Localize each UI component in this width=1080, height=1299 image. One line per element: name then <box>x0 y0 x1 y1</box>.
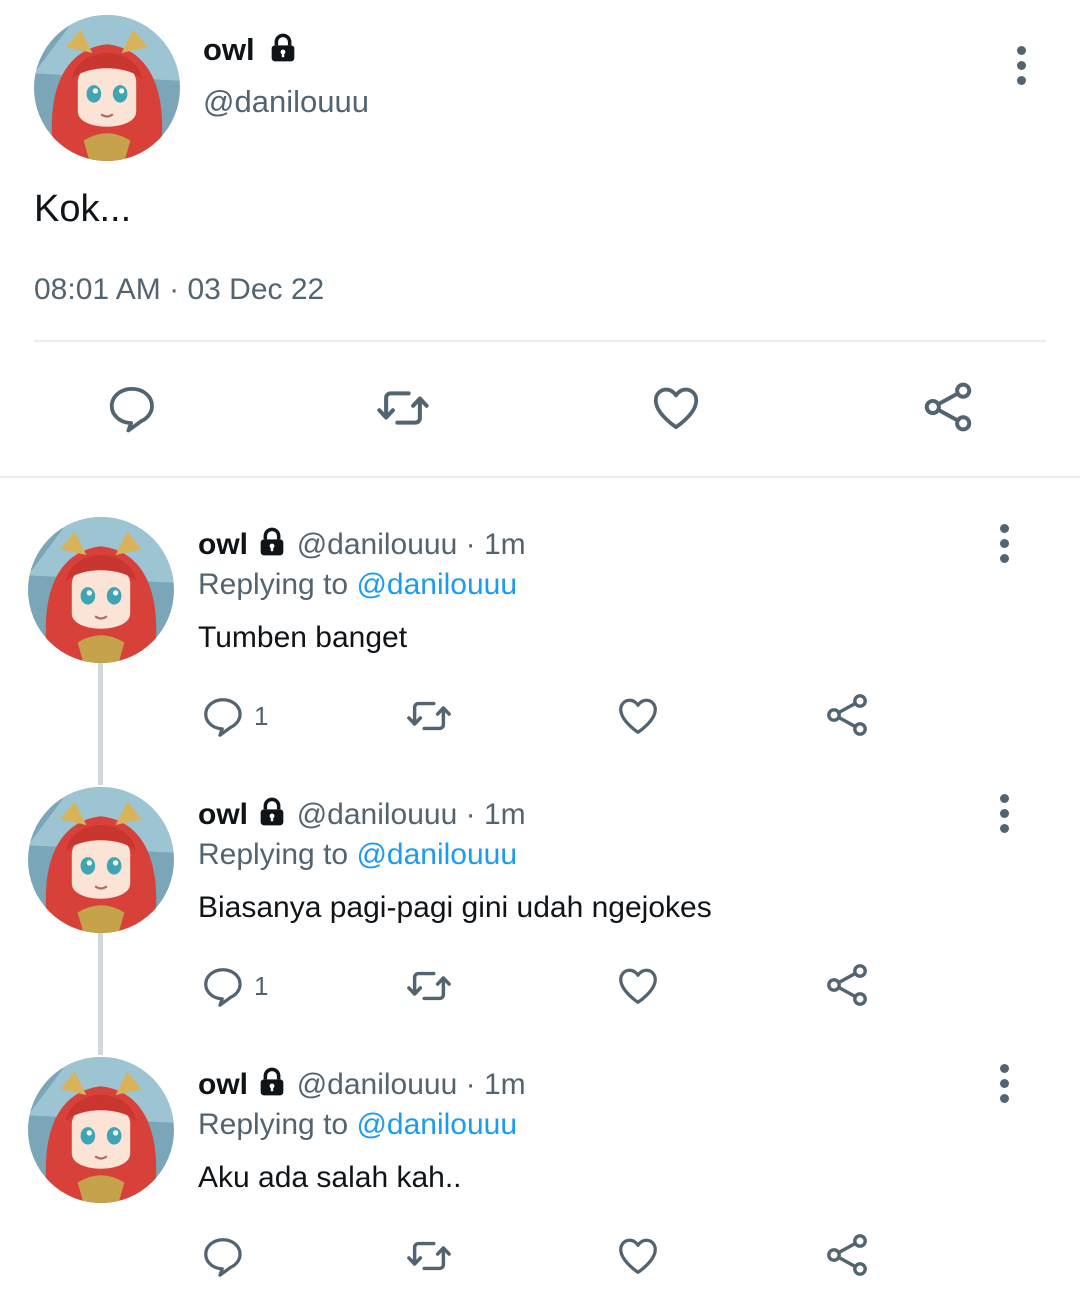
like-button[interactable] <box>648 381 704 435</box>
replying-prefix: Replying to <box>198 568 349 601</box>
display-name[interactable]: owl <box>198 798 248 831</box>
heart-icon <box>614 1233 662 1279</box>
display-name-text: owl <box>203 32 255 67</box>
avatar[interactable] <box>28 787 174 933</box>
more-vertical-icon[interactable] <box>989 1058 1019 1108</box>
lock-icon <box>256 1066 288 1098</box>
share-icon <box>823 961 871 1009</box>
replying-to-link[interactable]: @danilouuu <box>356 568 517 601</box>
retweet-button[interactable] <box>402 693 456 739</box>
separator-dot: · <box>465 1068 476 1101</box>
share-button[interactable] <box>823 1231 871 1279</box>
like-button[interactable] <box>614 963 662 1009</box>
speech-bubble-icon <box>105 381 159 435</box>
replying-to-link[interactable]: @danilouuu <box>356 838 517 871</box>
replying-to: Replying to @danilouuu <box>198 1105 517 1145</box>
reply-tweet[interactable]: owl @danilouuu · 1m Replying to @danilou… <box>0 500 1080 770</box>
reply-button[interactable]: 1 <box>200 963 268 1009</box>
tweet-date: 03 Dec 22 <box>187 273 325 306</box>
time-ago: 1m <box>483 528 526 561</box>
tweet-time: 08:01 AM <box>34 273 161 306</box>
heart-icon <box>614 693 662 739</box>
replying-to: Replying to @danilouuu <box>198 565 517 605</box>
reply-button[interactable] <box>200 1233 254 1279</box>
display-name[interactable]: owl <box>203 30 299 70</box>
speech-bubble-icon <box>200 693 246 739</box>
replying-prefix: Replying to <box>198 838 349 871</box>
reply-header: owl @danilouuu · 1m <box>198 525 526 565</box>
like-button[interactable] <box>614 1233 662 1279</box>
time-ago: 1m <box>483 798 526 831</box>
more-vertical-icon[interactable] <box>989 788 1019 838</box>
retweet-button[interactable] <box>372 381 434 435</box>
reply-header: owl @danilouuu · 1m <box>198 1065 526 1105</box>
separator-dot: · <box>465 798 476 831</box>
section-divider <box>0 476 1080 478</box>
divider <box>34 340 1046 342</box>
like-button[interactable] <box>614 693 662 739</box>
retweet-icon <box>402 963 456 1009</box>
reply-tweet[interactable]: owl @danilouuu · 1m Replying to @danilou… <box>0 1040 1080 1299</box>
replying-prefix: Replying to <box>198 1108 349 1141</box>
more-vertical-icon[interactable] <box>1006 40 1036 90</box>
more-vertical-icon[interactable] <box>989 518 1019 568</box>
share-icon <box>823 691 871 739</box>
reply-button[interactable] <box>105 381 159 435</box>
reply-button[interactable]: 1 <box>200 693 268 739</box>
display-name[interactable]: owl <box>198 528 248 561</box>
handle[interactable]: @danilouuu <box>297 528 458 561</box>
lock-icon <box>256 796 288 828</box>
tweet-text: Tumben banget <box>198 621 408 654</box>
speech-bubble-icon <box>200 963 246 1009</box>
reply-count: 1 <box>254 970 269 1001</box>
display-name[interactable]: owl <box>198 1068 248 1101</box>
speech-bubble-icon <box>200 1233 246 1279</box>
heart-icon <box>614 963 662 1009</box>
share-button[interactable] <box>920 379 976 435</box>
retweet-icon <box>402 1233 456 1279</box>
time-ago: 1m <box>483 1068 526 1101</box>
replying-to: Replying to @danilouuu <box>198 835 517 875</box>
retweet-icon <box>402 693 456 739</box>
avatar[interactable] <box>34 15 180 161</box>
reply-header: owl @danilouuu · 1m <box>198 795 526 835</box>
share-button[interactable] <box>823 691 871 739</box>
avatar[interactable] <box>28 1057 174 1203</box>
separator-dot: · <box>169 273 180 306</box>
retweet-icon <box>372 381 434 435</box>
tweet-text: Biasanya pagi-pagi gini udah ngejokes <box>198 891 712 924</box>
share-button[interactable] <box>823 961 871 1009</box>
reply-count: 1 <box>254 700 269 731</box>
reply-tweet[interactable]: owl @danilouuu · 1m Replying to @danilou… <box>0 770 1080 1040</box>
retweet-button[interactable] <box>402 963 456 1009</box>
handle[interactable]: @danilouuu <box>203 82 369 122</box>
tweet-text: Aku ada salah kah.. <box>198 1161 462 1194</box>
lock-icon <box>256 526 288 558</box>
separator-dot: · <box>465 528 476 561</box>
share-icon <box>920 379 976 435</box>
replying-to-link[interactable]: @danilouuu <box>356 1108 517 1141</box>
heart-icon <box>648 381 704 435</box>
lock-icon <box>267 32 299 64</box>
share-icon <box>823 1231 871 1279</box>
avatar[interactable] <box>28 517 174 663</box>
timestamp: 08:01 AM · 03 Dec 22 <box>34 270 324 310</box>
handle[interactable]: @danilouuu <box>297 1068 458 1101</box>
retweet-button[interactable] <box>402 1233 456 1279</box>
tweet-text: Kok... <box>34 188 132 230</box>
handle[interactable]: @danilouuu <box>297 798 458 831</box>
